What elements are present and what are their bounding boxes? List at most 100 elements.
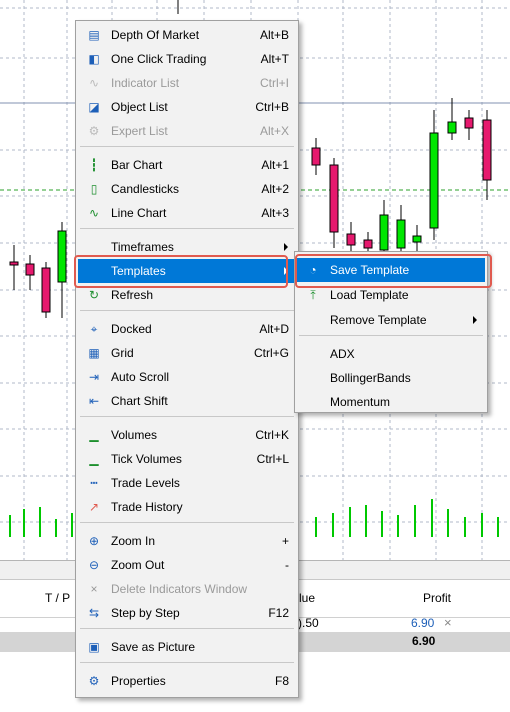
menu-item-object-list[interactable]: ◪ Object List Ctrl+B (78, 95, 296, 119)
menu-item-line-chart[interactable]: ∿ Line Chart Alt+3 (78, 201, 296, 225)
candle-body (57, 230, 67, 283)
zoom-out-icon: ⊖ (88, 558, 100, 572)
menu-item-label: Save as Picture (111, 640, 196, 654)
templates-submenu: ◔ Save Template ⤒ Load Template Remove Templ… (294, 251, 488, 413)
menu-item-refresh[interactable]: ↻ Refresh (78, 283, 296, 307)
submenu-item-momentum[interactable]: Momentum (297, 390, 485, 414)
menu-item-zoom-in[interactable]: ⊕ Zoom In + (78, 529, 296, 553)
menu-separator (80, 146, 294, 147)
submenu-arrow-icon (284, 243, 288, 251)
menu-item-auto-scroll[interactable]: ⇥ Auto Scroll (78, 365, 296, 389)
menu-item-label: Templates (111, 264, 166, 278)
line-chart-icon: ∿ (88, 206, 100, 220)
menu-item-indicator-list: ∿ Indicator List Ctrl+I (78, 71, 296, 95)
menu-item-label: Trade Levels (111, 476, 180, 490)
menu-item-shortcut: Ctrl+B (255, 100, 289, 114)
close-icon: × (90, 582, 98, 596)
menu-item-label: Docked (111, 322, 152, 336)
menu-item-shortcut: Alt+B (259, 28, 289, 42)
one-click-trading-icon: ◧ (88, 52, 100, 66)
menu-item-label: Tick Volumes (111, 452, 182, 466)
submenu-item-save-template[interactable]: ◔ Save Template (297, 258, 485, 282)
menu-item-trade-levels[interactable]: ┅ Trade Levels (78, 471, 296, 495)
candle-body (41, 267, 51, 313)
menu-item-candlesticks[interactable]: ▯ Candlesticks Alt+2 (78, 177, 296, 201)
expert-list-icon: ⚙ (88, 124, 100, 138)
candle-body (25, 263, 35, 276)
load-template-icon: ⤒ (310, 288, 316, 302)
menu-item-docked[interactable]: ⌖ Docked Alt+D (78, 317, 296, 341)
menu-item-label: Bar Chart (111, 158, 163, 172)
submenu-item-label: BollingerBands (330, 371, 411, 385)
candle-body (346, 233, 356, 246)
menu-item-trade-history[interactable]: ↗ Trade History (78, 495, 296, 519)
menu-item-label: Trade History (111, 500, 183, 514)
trade-history-icon: ↗ (88, 500, 100, 514)
menu-item-templates[interactable]: Templates (78, 259, 296, 283)
menu-item-label: Depth Of Market (111, 28, 200, 42)
submenu-arrow-icon (473, 316, 477, 324)
menu-item-label: Refresh (111, 288, 154, 302)
menu-item-shortcut: Alt+3 (261, 206, 289, 220)
grid-icon: ▦ (88, 346, 100, 360)
candle-body (329, 164, 339, 233)
object-list-icon: ◪ (88, 100, 100, 114)
menu-item-bar-chart[interactable]: ┇ Bar Chart Alt+1 (78, 153, 296, 177)
menu-item-chart-shift[interactable]: ⇤ Chart Shift (78, 389, 296, 413)
submenu-arrow-icon (284, 267, 288, 275)
submenu-item-label: Load Template (330, 288, 409, 302)
menu-item-step-by-step[interactable]: ⇆ Step by Step F12 (78, 601, 296, 625)
menu-item-volumes[interactable]: ▁ Volumes Ctrl+K (78, 423, 296, 447)
submenu-item-bollingerbands[interactable]: BollingerBands (297, 366, 485, 390)
menu-item-zoom-out[interactable]: ⊖ Zoom Out - (78, 553, 296, 577)
menu-item-label: One Click Trading (111, 52, 207, 66)
menu-separator (80, 228, 294, 229)
candle-body (311, 147, 321, 166)
tp-header[interactable]: T / P (45, 591, 70, 605)
submenu-item-label: ADX (330, 347, 355, 361)
submenu-item-remove-template[interactable]: Remove Template (297, 308, 485, 332)
menu-separator (80, 522, 294, 523)
menu-item-label: Line Chart (111, 206, 167, 220)
save-picture-icon: ▣ (88, 640, 100, 654)
menu-item-one-click-trading[interactable]: ◧ One Click Trading Alt+T (78, 47, 296, 71)
candle-body (447, 121, 457, 134)
menu-item-shortcut: Alt+T (260, 52, 289, 66)
candle-body (9, 261, 19, 266)
refresh-icon: ↻ (88, 288, 100, 302)
menu-item-save-as-picture[interactable]: ▣ Save as Picture (78, 635, 296, 659)
profit-cell: 6.90 (411, 616, 435, 630)
menu-item-shortcut: F12 (268, 606, 289, 620)
candle-body (464, 117, 474, 129)
menu-item-tick-volumes[interactable]: ▁ Tick Volumes Ctrl+L (78, 447, 296, 471)
candle-body (363, 239, 373, 249)
zoom-in-icon: ⊕ (88, 534, 100, 548)
menu-item-shortcut: - (285, 558, 289, 572)
menu-separator (80, 310, 294, 311)
auto-scroll-icon: ⇥ (88, 370, 100, 384)
bar-chart-icon: ┇ (90, 158, 98, 172)
menu-item-shortcut: F8 (274, 674, 289, 688)
menu-item-shortcut: Alt+X (259, 124, 289, 138)
candle-body (379, 214, 389, 251)
menu-item-label: Step by Step (111, 606, 180, 620)
menu-item-shortcut: Ctrl+I (259, 76, 289, 90)
submenu-item-adx[interactable]: ADX (297, 342, 485, 366)
menu-item-shortcut: Alt+2 (261, 182, 289, 196)
value-header[interactable]: lue (299, 591, 315, 605)
menu-item-properties[interactable]: ⚙ Properties F8 (78, 669, 296, 693)
menu-item-grid[interactable]: ▦ Grid Ctrl+G (78, 341, 296, 365)
total-profit: 6.90 (412, 634, 436, 648)
profit-header[interactable]: Profit (423, 591, 451, 605)
menu-item-shortcut: + (281, 534, 289, 548)
submenu-item-label: Remove Template (330, 313, 427, 327)
menu-item-depth-of-market[interactable]: ▤ Depth Of Market Alt+B (78, 23, 296, 47)
menu-item-label: Volumes (111, 428, 158, 442)
tick-volumes-icon: ▁ (89, 452, 99, 466)
close-position-icon[interactable]: × (444, 615, 452, 630)
submenu-item-load-template[interactable]: ⤒ Load Template (297, 283, 485, 307)
menu-item-timeframes[interactable]: Timeframes (78, 235, 296, 259)
menu-item-expert-list: ⚙ Expert List Alt+X (78, 119, 296, 143)
menu-item-label: Delete Indicators Window (111, 582, 248, 596)
gear-icon: ⚙ (88, 674, 100, 688)
